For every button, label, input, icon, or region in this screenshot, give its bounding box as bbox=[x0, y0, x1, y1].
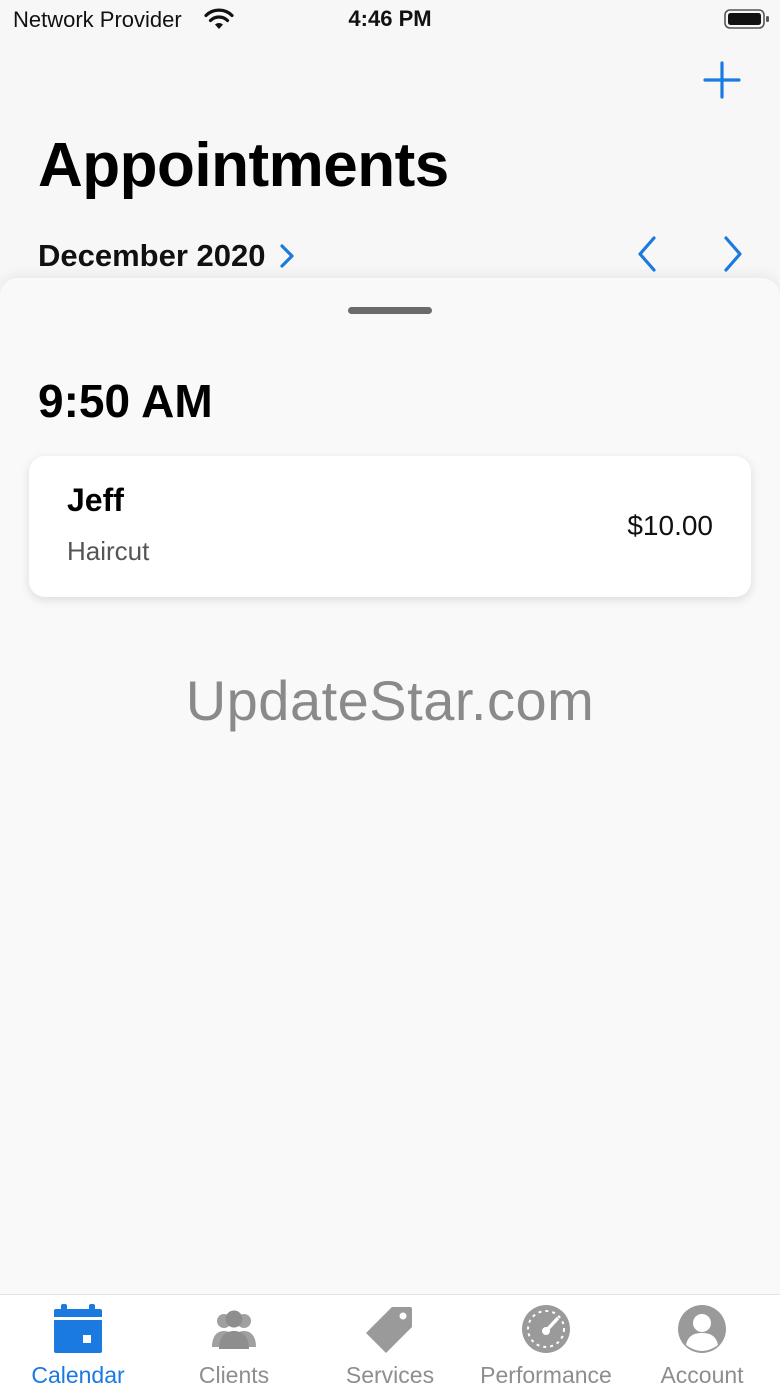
add-appointment-button[interactable] bbox=[700, 58, 744, 102]
battery-icon bbox=[724, 9, 769, 29]
page-title: Appointments bbox=[38, 131, 449, 200]
appointment-client-name: Jeff bbox=[67, 482, 124, 518]
tab-account-label: Account bbox=[660, 1362, 744, 1387]
appointments-sheet: 9:50 AM Jeff Haircut $10.00 UpdateStar.c… bbox=[0, 278, 780, 1294]
sheet-grabber-handle[interactable] bbox=[348, 307, 432, 314]
status-bar: Network Provider 4:46 PM bbox=[0, 0, 780, 40]
month-label: December 2020 bbox=[38, 238, 266, 273]
calendar-icon bbox=[54, 1304, 102, 1353]
clients-icon bbox=[212, 1310, 256, 1349]
chevron-right-icon bbox=[279, 244, 294, 268]
status-clock: 4:46 PM bbox=[348, 6, 432, 31]
tab-services[interactable]: Services bbox=[312, 1295, 468, 1387]
tab-performance[interactable]: Performance bbox=[468, 1295, 624, 1387]
watermark: UpdateStar.com bbox=[185, 669, 595, 732]
tab-clients[interactable]: Clients bbox=[156, 1295, 312, 1387]
appointment-service: Haircut bbox=[67, 536, 150, 566]
tab-bar: Calendar Clients Services Performance Ac… bbox=[0, 1294, 780, 1387]
previous-month-button[interactable] bbox=[632, 234, 664, 274]
tab-performance-label: Performance bbox=[480, 1362, 612, 1387]
account-icon bbox=[678, 1305, 726, 1353]
tab-services-label: Services bbox=[345, 1362, 435, 1387]
tab-account[interactable]: Account bbox=[624, 1295, 780, 1387]
tab-calendar[interactable]: Calendar bbox=[0, 1295, 156, 1387]
tag-icon bbox=[366, 1307, 412, 1353]
time-slot-heading: 9:50 AM bbox=[38, 375, 213, 427]
tab-clients-label: Clients bbox=[198, 1362, 270, 1387]
tab-calendar-label: Calendar bbox=[31, 1362, 125, 1387]
appointment-price: $10.00 bbox=[627, 510, 713, 541]
speedometer-icon bbox=[522, 1305, 570, 1353]
month-selector[interactable]: December 2020 bbox=[38, 236, 296, 276]
appointment-card[interactable]: Jeff Haircut $10.00 bbox=[29, 456, 751, 597]
next-month-button[interactable] bbox=[716, 234, 748, 274]
